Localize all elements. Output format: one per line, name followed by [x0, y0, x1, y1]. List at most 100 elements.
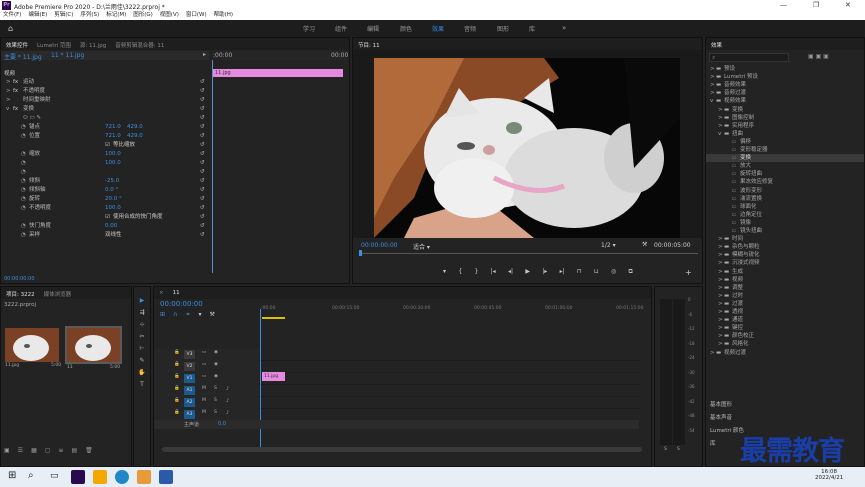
project-tab[interactable]: 项目: 3222 [1, 287, 39, 298]
expand-icon[interactable]: > [6, 87, 11, 95]
toggle-sync-icon[interactable]: ▭ [202, 350, 206, 355]
add-marker-icon[interactable]: ▾ [198, 311, 201, 318]
stopwatch-icon[interactable]: ◔ [21, 159, 26, 167]
trash-icon[interactable]: 🗑 [85, 447, 93, 454]
ec-tab[interactable]: Lumetri 范围 [32, 38, 75, 49]
ec-tab[interactable]: 音频剪辑混合器: 11 [110, 38, 168, 49]
lock-icon[interactable]: 🔒 [174, 410, 180, 415]
effects-tree-item[interactable]: > ▬ 透视 [706, 308, 864, 316]
chevron-right-icon[interactable]: > [718, 235, 723, 243]
play-icon[interactable]: ▶ [525, 268, 530, 278]
menu-item[interactable]: 剪辑(C) [54, 12, 73, 18]
clock[interactable]: 16:08 2022/4/21 [815, 469, 843, 481]
work-area-bar[interactable] [262, 317, 285, 319]
ec-playhead[interactable] [212, 60, 213, 273]
add-marker-icon[interactable]: ▾ [443, 268, 446, 278]
close-tab-icon[interactable]: × [154, 287, 168, 296]
workspace-tab[interactable]: 库 [529, 24, 535, 33]
chevron-right-icon[interactable]: > [718, 284, 723, 292]
track-label[interactable]: V2 [184, 362, 195, 371]
menu-item[interactable]: 文件(F) [3, 12, 21, 18]
solo-icon[interactable]: S [214, 386, 217, 391]
explorer-taskbar-icon[interactable] [93, 470, 107, 484]
stopwatch-icon[interactable]: ◔ [21, 177, 26, 185]
track-select-tool-icon[interactable]: ⇶ [139, 309, 144, 316]
ripple-edit-tool-icon[interactable]: ⊹ [139, 321, 144, 328]
chevron-right-icon[interactable]: > [710, 89, 715, 97]
ec-tab[interactable]: 源: 11.jpg [75, 38, 110, 49]
property-value[interactable]: 721.0 [105, 132, 121, 140]
chevron-right-icon[interactable]: > [718, 276, 723, 284]
chevron-right-icon[interactable]: > [718, 114, 723, 122]
reset-icon[interactable]: ↺ [200, 114, 205, 122]
effects-tree-item[interactable]: > ▬ Lumetri 预设 [706, 73, 864, 81]
selection-tool-icon[interactable]: ▶ [140, 297, 145, 304]
chevron-right-icon[interactable]: > [718, 300, 723, 308]
effects-tree-item[interactable]: ▫ 偏移 [706, 138, 864, 146]
chevron-right-icon[interactable]: > [710, 73, 715, 81]
effects-tree-item[interactable]: ▫ 镜头扭曲 [706, 227, 864, 235]
reset-icon[interactable]: ↺ [200, 87, 205, 95]
sequence-clip[interactable]: 11 * 11.jpg [51, 52, 84, 59]
effects-tree-item[interactable]: ▫ 球面化 [706, 203, 864, 211]
effects-tree-item[interactable]: > ▬ 视频 [706, 276, 864, 284]
menu-item[interactable]: 序列(S) [80, 12, 99, 18]
expand-icon[interactable]: v [6, 105, 9, 113]
effects-tree-item[interactable]: > ▬ 通道 [706, 316, 864, 324]
solo-icon[interactable]: S [214, 410, 217, 415]
stopwatch-icon[interactable]: ◔ [21, 168, 26, 176]
program-scrubber[interactable] [360, 253, 698, 254]
effects-tree-item[interactable]: > ▬ 音频过渡 [706, 89, 864, 97]
expand-icon[interactable]: > [6, 78, 11, 86]
mute-icon[interactable]: M [202, 386, 206, 391]
track-label[interactable]: A1 [184, 386, 195, 395]
expand-icon[interactable]: > [6, 96, 11, 104]
microphone-icon[interactable]: ♪ [226, 386, 229, 392]
settings-wrench-icon[interactable]: ⚒ [642, 241, 647, 248]
effects-tree-item[interactable]: > ▬ 过时 [706, 292, 864, 300]
snap-icon[interactable]: ∩ [173, 311, 177, 318]
stopwatch-icon[interactable]: ◔ [21, 150, 26, 158]
effects-filter-icons[interactable]: ▣ ▣ ▣ [808, 53, 829, 60]
effects-tree-item[interactable]: > ▬ 模糊与锐化 [706, 251, 864, 259]
workspace-tab[interactable]: 颜色 [400, 24, 412, 33]
new-item-icon[interactable]: ▤ [71, 447, 77, 454]
timeline-scrollbar[interactable] [162, 447, 642, 452]
lock-icon[interactable]: 🔒 [174, 398, 180, 403]
sort-icon[interactable]: ≡ [58, 447, 63, 454]
effects-tree-item[interactable]: > ▬ 预设 [706, 65, 864, 73]
timeline-clip[interactable]: 11.jpg [262, 372, 285, 381]
chevron-right-icon[interactable]: > [718, 243, 723, 251]
solo-left-button[interactable]: S [664, 447, 667, 452]
comparison-view-icon[interactable]: ⧉ [629, 268, 633, 278]
eye-icon[interactable]: ◉ [214, 362, 218, 367]
timeline-ruler[interactable]: :00:00 00:00:15:00 00:00:30:00 00:00:45:00 0… [261, 300, 651, 320]
toggle-sync-icon[interactable]: ▭ [202, 362, 206, 367]
solo-icon[interactable]: S [214, 398, 217, 403]
type-tool-icon[interactable]: T [140, 381, 144, 388]
reset-icon[interactable]: ↺ [200, 132, 205, 140]
minimize-icon[interactable]: — [780, 1, 787, 9]
mask-shape-icons[interactable]: ⬭ ▭ ✎ [23, 114, 41, 122]
slip-tool-icon[interactable]: ⊢ [139, 345, 144, 352]
effects-tree-item[interactable]: ▫ 边角定位 [706, 211, 864, 219]
reset-icon[interactable]: ↺ [200, 96, 205, 104]
mark-in-icon[interactable]: { [458, 268, 462, 278]
checkbox[interactable]: ☑ [105, 213, 110, 221]
workspace-tab[interactable]: 组件 [335, 24, 347, 33]
effects-footer-tab[interactable]: 基本声音 [710, 413, 732, 421]
add-button-icon[interactable]: + [685, 268, 692, 277]
effects-tree-item[interactable]: > ▬ 图像控制 [706, 114, 864, 122]
effects-tree-item[interactable]: ▫ 镜像 [706, 219, 864, 227]
effects-tree-item[interactable]: ▫ 果冻效应修复 [706, 178, 864, 186]
effects-footer-tab[interactable]: 基本图形 [710, 400, 732, 408]
premiere-taskbar-icon[interactable] [71, 470, 85, 484]
ec-timecode[interactable]: 00:00:00:00 [4, 276, 35, 282]
chevron-right-icon[interactable]: > [718, 324, 723, 332]
effects-tree-item[interactable]: > ▬ 视频过渡 [706, 349, 864, 357]
property-value[interactable]: 100.0 [105, 150, 121, 158]
chevron-right-icon[interactable]: > [710, 65, 715, 73]
effects-tab[interactable]: 效果 [706, 38, 726, 49]
mark-out-icon[interactable]: } [474, 268, 478, 278]
workspace-tab[interactable]: 音频 [464, 24, 476, 33]
